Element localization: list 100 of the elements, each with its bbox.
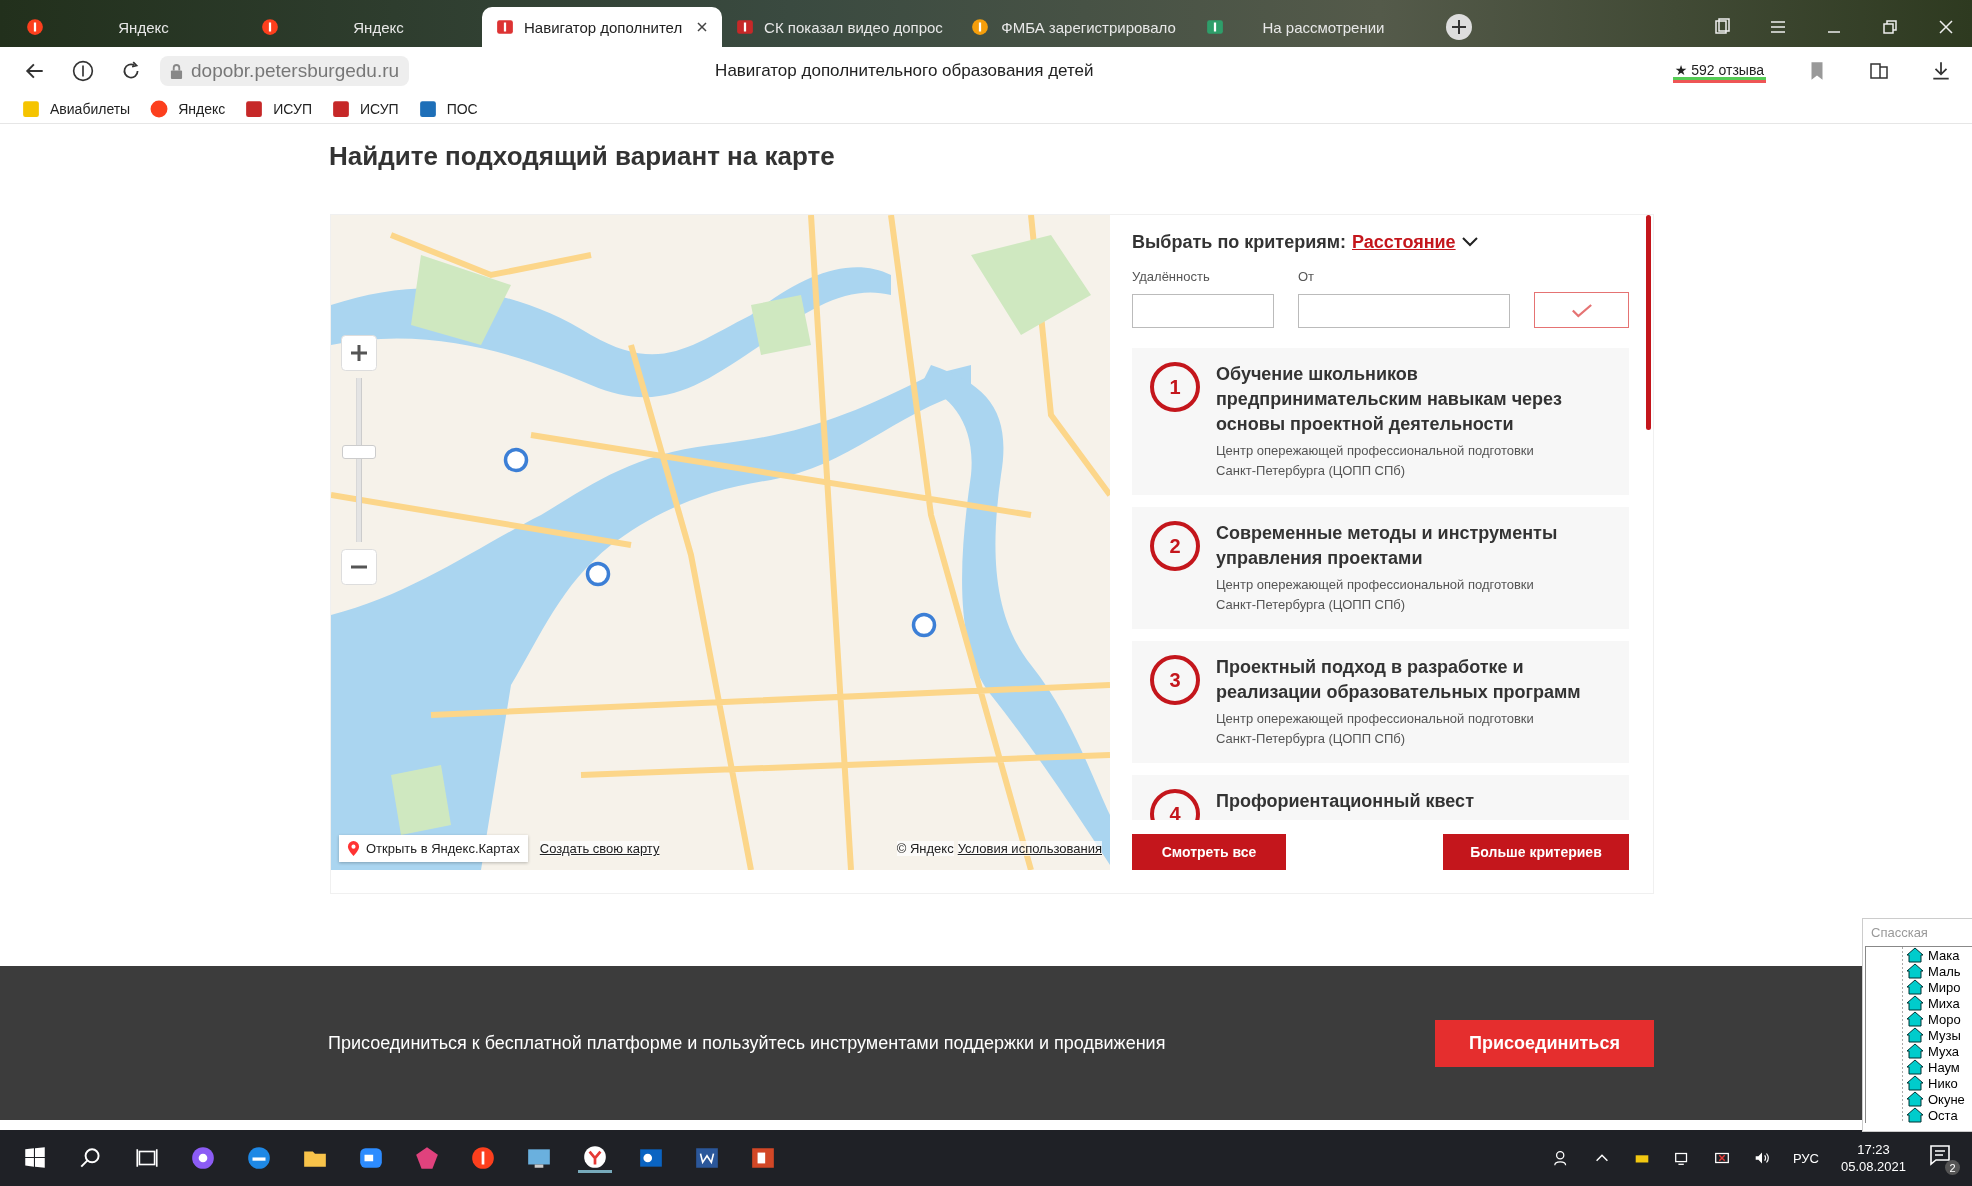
bookmark-item[interactable]: ИСУП: [331, 100, 399, 118]
result-card[interactable]: 1 Обучение школьников предпринимательским навыкам через основы проектной деятельности Центр опережающей профессиональной подготовки Санкт-Петербурга (ЦОПП СПб): [1132, 348, 1629, 495]
tree-item[interactable]: Миро: [1906, 979, 1972, 995]
tab-title: СК показал видео допрос: [764, 18, 943, 36]
restore-icon[interactable]: [1880, 17, 1900, 37]
browser-tab[interactable]: На рассмотрении: [1192, 7, 1427, 47]
house-icon: [1906, 963, 1924, 979]
open-in-maps-button[interactable]: Открыть в Яндекс.Картах: [339, 835, 528, 862]
tree-item[interactable]: Оста: [1906, 1107, 1972, 1123]
house-icon: [1906, 1011, 1924, 1027]
bookmark-item[interactable]: ПОС: [418, 100, 478, 118]
page-title: Навигатор дополнительного образования детей: [715, 61, 1094, 81]
bookmark-favicon-icon: [418, 100, 437, 118]
tree-item[interactable]: Моро: [1906, 1011, 1972, 1027]
action-button[interactable]: Больше критериев: [1443, 834, 1629, 870]
result-title: Обучение школьников предпринимательским навыкам через основы проектной деятельности: [1216, 363, 1564, 436]
bookmark-item[interactable]: Авиабилеты: [22, 100, 131, 118]
zoom-in-icon[interactable]: [341, 335, 377, 371]
house-icon: [1906, 1027, 1924, 1043]
chevron-down-icon[interactable]: [1461, 237, 1478, 247]
tree-item[interactable]: Муха: [1906, 1043, 1972, 1059]
language-indicator[interactable]: РУС: [1792, 1150, 1819, 1166]
bookmark-item[interactable]: Яндекс: [150, 100, 226, 118]
tree-item[interactable]: Миха: [1906, 995, 1972, 1011]
tree-item[interactable]: Мака: [1906, 947, 1972, 963]
browser-tab[interactable]: Навигатор дополнител: [482, 7, 722, 47]
tree-item[interactable]: Нико: [1906, 1075, 1972, 1091]
new-tab-icon[interactable]: [1445, 13, 1473, 41]
zoom-handle[interactable]: [342, 444, 376, 459]
result-number: 1: [1150, 362, 1200, 412]
bookmark-item[interactable]: ИСУП: [245, 100, 312, 118]
section-heading: Найдите подходящий вариант на карте: [329, 140, 836, 173]
field-label: От: [1298, 269, 1316, 284]
tree-item[interactable]: Музы: [1906, 1027, 1972, 1043]
house-icon: [1906, 979, 1924, 995]
download-icon[interactable]: [1930, 60, 1952, 82]
bookmark-favicon-icon: [245, 100, 264, 118]
result-card[interactable]: 4 Профориентационный квест: [1132, 775, 1629, 820]
bookmark-favicon-icon: [331, 100, 350, 118]
input-field[interactable]: [1132, 294, 1274, 328]
notification-icon[interactable]: [1928, 1143, 1952, 1167]
copyright-text: © Яндекс: [896, 841, 954, 856]
browser-tab[interactable]: Яндекс: [247, 7, 482, 47]
bookmarks-icon[interactable]: [1712, 17, 1732, 37]
join-button[interactable]: Присоединиться: [1435, 1019, 1654, 1067]
action-button[interactable]: Смотреть все: [1132, 834, 1286, 870]
input-field[interactable]: [1298, 294, 1510, 328]
site-favicon-icon: [496, 18, 514, 36]
address-field[interactable]: dopobr.petersburgedu.ru: [160, 56, 410, 86]
site-favicon-icon: [1206, 18, 1224, 36]
site-favicon-icon: [261, 18, 279, 36]
tab-title: ФМБА зарегистрировало: [1000, 18, 1177, 36]
map-marker-icon[interactable]: [503, 447, 529, 473]
site-favicon-icon: [971, 18, 989, 36]
browser-tab[interactable]: Яндекс: [12, 7, 247, 47]
site-favicon-icon: [736, 18, 754, 36]
clock[interactable]: 17:23 05.08.2021: [1840, 1141, 1906, 1175]
checkmark-icon: [1570, 302, 1593, 318]
scrollbar-thumb[interactable]: [1646, 215, 1651, 430]
reviews-badge[interactable]: ★ 592 отзыва: [1672, 59, 1766, 83]
house-icon: [1906, 1075, 1924, 1091]
window-title: Спасская: [1870, 924, 1929, 942]
result-card[interactable]: 2 Современные методы и инструменты управления проектами Центр опережающей профессиональной подготовки Санкт-Петербурга (ЦОПП СПб): [1132, 507, 1629, 629]
house-icon: [1906, 1043, 1924, 1059]
field-label: Удалённость: [1132, 269, 1211, 284]
tab-title: Яндекс: [352, 18, 405, 36]
terms-link[interactable]: Условия использования: [957, 841, 1102, 856]
result-organization: Центр опережающей профессиональной подготовки Санкт-Петербурга (ЦОПП СПб): [1216, 576, 1535, 614]
map-marker-icon[interactable]: [585, 561, 611, 587]
result-title: Профориентационный квест: [1216, 790, 1474, 813]
result-organization: Центр опережающей профессиональной подготовки Санкт-Петербурга (ЦОПП СПб): [1216, 710, 1535, 748]
browser-tab[interactable]: СК показал видео допрос: [722, 7, 957, 47]
close-icon[interactable]: [696, 21, 708, 33]
zoom-out-icon[interactable]: [341, 549, 377, 585]
house-icon: [1906, 1107, 1924, 1123]
bookmark-favicon-icon: [22, 100, 40, 118]
footer-text: Присоединиться к бесплатной платформе и пользуйтесь инструментами поддержки и продвижения: [328, 1032, 1166, 1054]
tab-title: Навигатор дополнител: [524, 18, 684, 36]
notification-count: 2: [1945, 1160, 1960, 1175]
house-icon: [1906, 1091, 1924, 1107]
result-number: 2: [1150, 521, 1200, 571]
result-title: Проектный подход в разработке и реализации образовательных программ: [1216, 656, 1582, 704]
site-favicon-icon: [26, 18, 44, 36]
tab-title: На рассмотрении: [1261, 18, 1386, 36]
result-organization: Центр опережающей профессиональной подготовки Санкт-Петербурга (ЦОПП СПб): [1216, 442, 1535, 480]
house-icon: [1906, 947, 1924, 963]
map-marker-icon[interactable]: [911, 612, 937, 638]
tree-item[interactable]: Окуне: [1906, 1091, 1972, 1107]
create-map-link[interactable]: Создать свою карту: [539, 841, 660, 856]
result-number: 3: [1150, 655, 1200, 705]
result-card[interactable]: 3 Проектный подход в разработке и реализации образовательных программ Центр опережающей профессиональной подготовки Санкт-Петербурга (ЦОПП СПб): [1132, 641, 1629, 763]
tree-item[interactable]: Наум: [1906, 1059, 1972, 1075]
house-icon: [1906, 995, 1924, 1011]
bookmark-favicon-icon: [150, 100, 169, 118]
apply-button[interactable]: [1534, 292, 1629, 328]
browser-tab[interactable]: ФМБА зарегистрировало: [957, 7, 1192, 47]
criteria-dropdown[interactable]: Расстояние: [1352, 231, 1456, 253]
criteria-label: Выбрать по критериям:: [1132, 231, 1346, 253]
tree-item[interactable]: Маль: [1906, 963, 1972, 979]
tab-title: Яндекс: [117, 18, 170, 36]
